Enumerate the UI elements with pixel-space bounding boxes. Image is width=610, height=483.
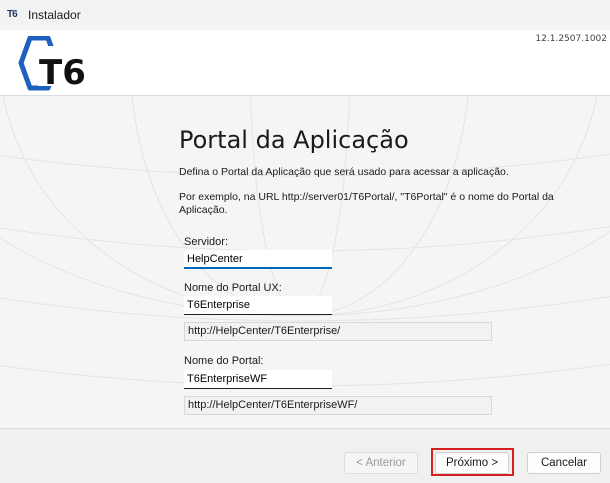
app-icon: T6 [7, 9, 18, 20]
server-label: Servidor: [184, 236, 229, 248]
cancel-button[interactable]: Cancelar [527, 452, 601, 474]
example-text: Por exemplo, na URL http://server01/T6Po… [179, 191, 554, 216]
window-title: Instalador [28, 8, 81, 22]
back-button[interactable]: < Anterior [344, 452, 418, 474]
portal-input[interactable] [184, 370, 332, 389]
server-input[interactable] [184, 250, 332, 269]
header-banner: T6 12.1.2507.1002 [0, 30, 610, 96]
portal-url-field: http://HelpCenter/T6EnterpriseWF/ [184, 396, 492, 415]
page-title: Portal da Aplicação [179, 126, 409, 154]
next-button[interactable]: Próximo > [435, 452, 509, 474]
title-bar: T6 Instalador [0, 0, 610, 30]
description-text: Defina o Portal da Aplicação que será us… [179, 166, 509, 178]
version-label: 12.1.2507.1002 [535, 34, 607, 44]
portal-label: Nome do Portal: [184, 355, 264, 367]
t6-logo: T6 [8, 35, 98, 94]
portal-ux-input[interactable] [184, 296, 332, 315]
footer-divider [0, 428, 610, 429]
portal-ux-label: Nome do Portal UX: [184, 282, 282, 294]
main-panel: Portal da Aplicação Defina o Portal da A… [0, 96, 610, 428]
portal-ux-url-field: http://HelpCenter/T6Enterprise/ [184, 322, 492, 341]
logo-text: T6 [39, 53, 86, 91]
